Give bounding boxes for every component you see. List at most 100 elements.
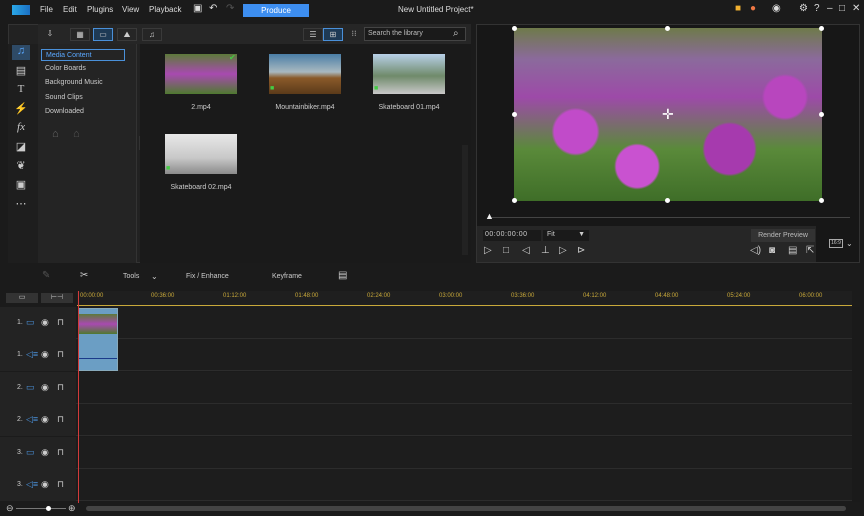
menu-plugins[interactable]: Plugins xyxy=(87,5,113,14)
chevron-down-icon[interactable]: ⌄ xyxy=(846,239,853,248)
subtitle-track-icon[interactable]: ▤ xyxy=(338,270,347,281)
resize-handle[interactable] xyxy=(512,198,517,203)
list-view-icon[interactable]: ☰ xyxy=(303,28,323,41)
zoom-slider[interactable] xyxy=(16,508,66,509)
video-track[interactable] xyxy=(0,437,852,469)
close-icon[interactable]: ✕ xyxy=(852,3,860,14)
category-media-content[interactable]: Media Content xyxy=(41,49,125,61)
visibility-eye-icon[interactable]: ◉ xyxy=(41,479,49,490)
grid-view-icon[interactable]: ⊞ xyxy=(323,28,343,41)
video-filter-icon[interactable]: ▭ xyxy=(93,28,113,41)
audio-filter-icon[interactable]: ♫ xyxy=(142,28,162,41)
play-icon[interactable]: ▷ xyxy=(484,245,492,256)
thumbnail-size-icon[interactable]: ⁝⁝ xyxy=(344,28,364,41)
tools-menu[interactable]: Tools xyxy=(123,273,139,280)
help-icon[interactable]: ? xyxy=(814,3,820,14)
visibility-eye-icon[interactable]: ◉ xyxy=(41,414,49,425)
media-thumbnail[interactable] xyxy=(165,54,237,94)
volume-icon[interactable]: ◁) xyxy=(750,245,761,256)
media-thumbnail[interactable] xyxy=(373,54,445,94)
preview-scrubber[interactable] xyxy=(490,217,850,218)
resize-handle[interactable] xyxy=(512,112,517,117)
previous-frame-icon[interactable]: ◁ xyxy=(522,245,530,256)
timecode-display[interactable]: 00:00:00:00 xyxy=(483,230,541,241)
menu-edit[interactable]: Edit xyxy=(63,5,77,14)
fit-timeline-button[interactable]: ⊢⊣ xyxy=(41,293,73,303)
edit-icon[interactable]: ✎ xyxy=(42,270,50,281)
track-manager-button[interactable]: ▭ xyxy=(6,293,38,303)
zoom-in-icon[interactable]: ⊕ xyxy=(68,503,76,514)
zoom-out-icon[interactable]: ⊖ xyxy=(6,503,14,514)
snapshot-icon[interactable]: ◙ xyxy=(769,245,775,256)
notification-icon[interactable]: ● xyxy=(750,3,756,14)
account-icon[interactable]: ◉ xyxy=(772,3,781,14)
resize-handle[interactable] xyxy=(819,198,824,203)
visibility-eye-icon[interactable]: ◉ xyxy=(41,382,49,393)
render-preview-button[interactable]: Render Preview xyxy=(751,229,815,242)
subtitle-icon[interactable]: ▤ xyxy=(788,245,797,256)
visibility-eye-icon[interactable]: ◉ xyxy=(41,317,49,328)
import-media-icon[interactable]: ⇩ xyxy=(40,28,60,41)
search-input[interactable]: Search the library xyxy=(364,27,466,41)
lock-icon[interactable]: ⊓ xyxy=(57,382,64,393)
timeline-horizontal-scrollbar[interactable] xyxy=(86,506,846,511)
minimize-icon[interactable]: – xyxy=(827,3,833,14)
timeline-vertical-scrollbar[interactable] xyxy=(852,307,860,502)
more-icon[interactable]: ⋯ xyxy=(12,197,30,212)
playhead[interactable] xyxy=(78,291,79,503)
resize-handle[interactable] xyxy=(819,26,824,31)
audio-volume-line[interactable] xyxy=(79,358,117,359)
visibility-eye-icon[interactable]: ◉ xyxy=(41,349,49,360)
category-background-music[interactable]: Background Music xyxy=(41,77,125,89)
media-room-icon[interactable]: ♫ xyxy=(12,45,30,60)
redo-icon[interactable]: ↷ xyxy=(226,3,234,14)
menu-file[interactable]: File xyxy=(40,5,53,14)
audio-track[interactable] xyxy=(0,404,852,436)
menu-playback[interactable]: Playback xyxy=(149,5,181,14)
transition-room-icon[interactable]: ⚡ xyxy=(12,102,30,117)
scrubber-handle-icon[interactable]: ▲ xyxy=(485,211,494,221)
lock-icon[interactable]: ⊓ xyxy=(57,349,64,360)
resize-handle[interactable] xyxy=(512,26,517,31)
split-icon[interactable]: ⊥ xyxy=(541,245,550,256)
aspect-ratio-button[interactable]: 16:9 xyxy=(829,239,843,248)
remove-tag-icon[interactable]: ⌂ xyxy=(73,128,80,140)
gift-icon[interactable]: ■ xyxy=(735,3,741,14)
resize-handle[interactable] xyxy=(819,112,824,117)
visibility-eye-icon[interactable]: ◉ xyxy=(41,447,49,458)
media-thumbnail[interactable] xyxy=(165,134,237,174)
resize-handle[interactable] xyxy=(665,26,670,31)
templates-room-icon[interactable]: ▤ xyxy=(12,64,30,79)
fast-forward-icon[interactable]: ⊳ xyxy=(577,245,585,256)
split-scissors-icon[interactable]: ✂ xyxy=(80,270,88,281)
lock-icon[interactable]: ⊓ xyxy=(57,447,64,458)
search-icon[interactable]: ⌕ xyxy=(453,28,459,39)
particle-room-icon[interactable]: ❦ xyxy=(12,159,30,174)
lock-icon[interactable]: ⊓ xyxy=(57,414,64,425)
fix-enhance-button[interactable]: Fix / Enhance xyxy=(186,273,229,280)
chevron-down-icon[interactable]: ⌄ xyxy=(151,272,158,281)
add-tag-icon[interactable]: ⌂ xyxy=(52,128,59,140)
lock-icon[interactable]: ⊓ xyxy=(57,479,64,490)
undo-icon[interactable]: ↶ xyxy=(209,3,217,14)
undock-icon[interactable]: ⇱ xyxy=(806,245,814,256)
title-room-icon[interactable]: T xyxy=(12,83,30,98)
category-color-boards[interactable]: Color Boards xyxy=(41,63,125,75)
lock-icon[interactable]: ⊓ xyxy=(57,317,64,328)
video-track[interactable] xyxy=(0,372,852,404)
maximize-icon[interactable]: □ xyxy=(839,3,845,14)
produce-button[interactable]: Produce xyxy=(243,4,309,17)
image-filter-icon[interactable]: ⛰ xyxy=(117,28,137,41)
stop-icon[interactable]: □ xyxy=(503,245,509,256)
zoom-slider-handle[interactable] xyxy=(46,506,51,511)
resize-handle[interactable] xyxy=(665,198,670,203)
settings-icon[interactable]: ⚙ xyxy=(799,3,808,14)
fit-dropdown[interactable]: Fit ▼ xyxy=(543,230,589,241)
menu-view[interactable]: View xyxy=(122,5,139,14)
category-downloaded[interactable]: Downloaded xyxy=(41,106,125,118)
keyframe-button[interactable]: Keyframe xyxy=(272,273,302,280)
library-scrollbar[interactable] xyxy=(462,145,468,255)
video-audio-filter-icon[interactable]: ▦ xyxy=(70,28,90,41)
audio-track[interactable] xyxy=(0,339,852,371)
video-track[interactable] xyxy=(0,307,852,339)
